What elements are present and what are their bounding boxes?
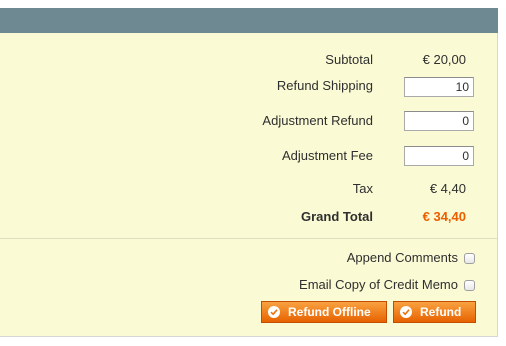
refund-button[interactable]: Refund <box>393 301 476 323</box>
tax-value: € 4,40 <box>429 181 466 196</box>
refund-offline-label: Refund Offline <box>288 305 371 319</box>
grand-total-value: € 34,40 <box>422 209 466 224</box>
section-header-bar <box>0 8 498 33</box>
tax-label: Tax <box>352 181 373 196</box>
check-circle-icon <box>268 306 280 318</box>
email-copy-label: Email Copy of Credit Memo <box>299 277 458 292</box>
subtotal-value: € 20,00 <box>422 52 466 67</box>
append-comments-checkbox[interactable] <box>464 253 475 264</box>
adjustment-fee-input[interactable] <box>404 146 474 166</box>
refund-label: Refund <box>420 305 462 319</box>
grand-total-label: Grand Total <box>301 209 373 224</box>
append-comments-label: Append Comments <box>346 250 458 265</box>
refund-shipping-label: Refund Shipping <box>276 78 373 93</box>
order-totals-panel: Subtotal € 20,00 Refund Shipping Adjustm… <box>0 33 498 337</box>
adjustment-fee-label: Adjustment Fee <box>281 148 373 163</box>
divider <box>0 238 497 239</box>
refund-offline-button[interactable]: Refund Offline <box>261 301 387 323</box>
adjustment-refund-input[interactable] <box>404 111 474 131</box>
check-circle-icon <box>400 306 412 318</box>
adjustment-refund-label: Adjustment Refund <box>262 113 373 128</box>
refund-shipping-input[interactable] <box>404 77 474 97</box>
email-copy-checkbox[interactable] <box>464 280 475 291</box>
subtotal-label: Subtotal <box>325 52 373 67</box>
